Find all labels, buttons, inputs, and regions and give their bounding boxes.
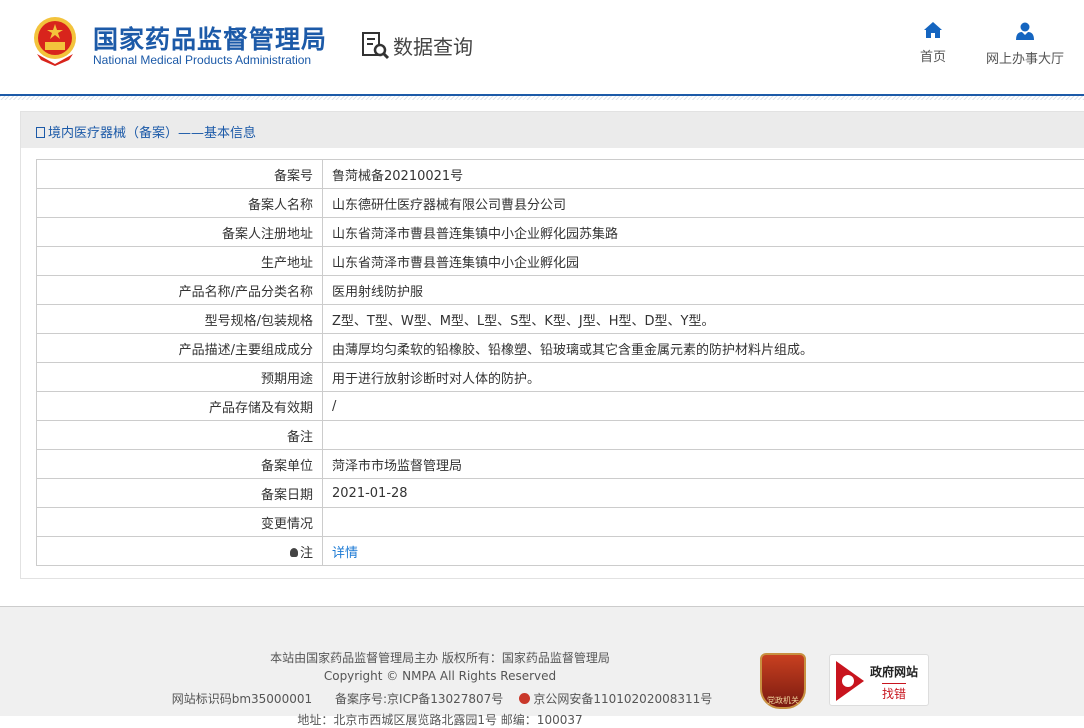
row-label: 备案号 — [37, 160, 323, 189]
home-icon — [924, 22, 942, 38]
row-value: 山东德研仕医疗器械有限公司曹县分公司 — [323, 189, 1084, 218]
row-label: 产品名称/产品分类名称 — [37, 276, 323, 305]
row-value: 由薄厚均匀柔软的铅橡胶、铅橡塑、铅玻璃或其它含重金属元素的防护材料片组成。 — [323, 334, 1084, 363]
row-label: 备注 — [37, 421, 323, 450]
gov-site-error-report[interactable]: 政府网站 找错 — [829, 654, 929, 706]
row-label: 生产地址 — [37, 247, 323, 276]
nav-home-label: 首页 — [920, 46, 946, 65]
nav-home[interactable]: 首页 — [920, 22, 946, 65]
panel-header: 境内医疗器械（备案）——基本信息 — [21, 112, 1084, 148]
table-row: 备案单位菏泽市市场监督管理局 — [37, 450, 1084, 479]
magnifier-flag-icon — [836, 661, 864, 701]
document-search-icon — [361, 30, 391, 60]
table-row: 型号规格/包装规格Z型、T型、W型、M型、L型、S型、K型、J型、H型、D型、Y… — [37, 305, 1084, 334]
row-label: 预期用途 — [37, 363, 323, 392]
table-row: 备案日期2021-01-28 — [37, 479, 1084, 508]
panel-title: 境内医疗器械（备案）——基本信息 — [48, 126, 256, 141]
site-footer: 本站由国家药品监督管理局主办 版权所有：国家药品监督管理局 Copyright … — [0, 606, 1084, 716]
table-row: 预期用途用于进行放射诊断时对人体的防护。 — [37, 363, 1084, 392]
row-label: 备案单位 — [37, 450, 323, 479]
row-value: 医用射线防护服 — [323, 276, 1084, 305]
table-row: 产品名称/产品分类名称医用射线防护服 — [37, 276, 1084, 305]
site-id: 网站标识码bm35000001 — [172, 692, 312, 706]
site-title[interactable]: 国家药品监督管理局 — [93, 20, 327, 56]
row-value: Z型、T型、W型、M型、L型、S型、K型、J型、H型、D型、Y型。 — [323, 305, 1084, 334]
nav-online-hall[interactable]: 网上办事大厅 — [986, 22, 1064, 67]
row-label: 产品描述/主要组成成分 — [37, 334, 323, 363]
police-link[interactable]: 京公网安备11010202008311号 — [533, 692, 712, 706]
row-value: 用于进行放射诊断时对人体的防护。 — [323, 363, 1084, 392]
nav-online-hall-label: 网上办事大厅 — [986, 48, 1064, 67]
lightbulb-icon — [290, 548, 298, 557]
row-label: 注 — [37, 537, 323, 566]
document-icon — [36, 127, 45, 138]
table-row: 备案号鲁菏械备20210021号 — [37, 160, 1084, 189]
row-value: 鲁菏械备20210021号 — [323, 160, 1084, 189]
details-link[interactable]: 详情 — [332, 546, 358, 561]
row-label: 备案日期 — [37, 479, 323, 508]
table-row-note: 注详情 — [37, 537, 1084, 566]
detail-panel: 境内医疗器械（备案）——基本信息 备案号鲁菏械备20210021号备案人名称山东… — [20, 111, 1084, 579]
table-row: 产品存储及有效期/ — [37, 392, 1084, 421]
party-gov-badge[interactable]: 党政机关 — [760, 653, 806, 709]
table-row: 生产地址山东省菏泽市曹县普连集镇中小企业孵化园 — [37, 247, 1084, 276]
icp-link[interactable]: 备案序号:京ICP备13027807号 — [335, 692, 503, 706]
data-query-link[interactable]: 数据查询 — [361, 30, 473, 60]
row-label: 备案人注册地址 — [37, 218, 323, 247]
national-emblem-icon — [31, 16, 79, 66]
user-icon — [1016, 22, 1034, 40]
site-subtitle: National Medical Products Administration — [93, 53, 311, 67]
row-value: 详情 — [323, 537, 1084, 566]
row-label: 产品存储及有效期 — [37, 392, 323, 421]
row-label: 型号规格/包装规格 — [37, 305, 323, 334]
row-value — [323, 508, 1084, 537]
row-label: 变更情况 — [37, 508, 323, 537]
row-value — [323, 421, 1084, 450]
row-value: 山东省菏泽市曹县普连集镇中小企业孵化园 — [323, 247, 1084, 276]
row-value: 2021-01-28 — [323, 479, 1084, 508]
table-row: 变更情况 — [37, 508, 1084, 537]
table-row: 备案人名称山东德研仕医疗器械有限公司曹县分公司 — [37, 189, 1084, 218]
row-value: / — [323, 392, 1084, 421]
table-row: 备注 — [37, 421, 1084, 450]
data-query-label: 数据查询 — [393, 31, 473, 60]
row-label: 备案人名称 — [37, 189, 323, 218]
table-row: 备案人注册地址山东省菏泽市曹县普连集镇中小企业孵化园苏集路 — [37, 218, 1084, 247]
footer-address: 地址：北京市西城区展览路北露园1号 邮编：100037 — [0, 711, 982, 728]
info-table: 备案号鲁菏械备20210021号备案人名称山东德研仕医疗器械有限公司曹县分公司备… — [36, 159, 1084, 566]
table-row: 产品描述/主要组成成分由薄厚均匀柔软的铅橡胶、铅橡塑、铅玻璃或其它含重金属元素的… — [37, 334, 1084, 363]
row-value: 山东省菏泽市曹县普连集镇中小企业孵化园苏集路 — [323, 218, 1084, 247]
row-value: 菏泽市市场监督管理局 — [323, 450, 1084, 479]
police-badge-icon — [519, 693, 530, 704]
site-header: 国家药品监督管理局 National Medical Products Admi… — [0, 0, 1084, 96]
